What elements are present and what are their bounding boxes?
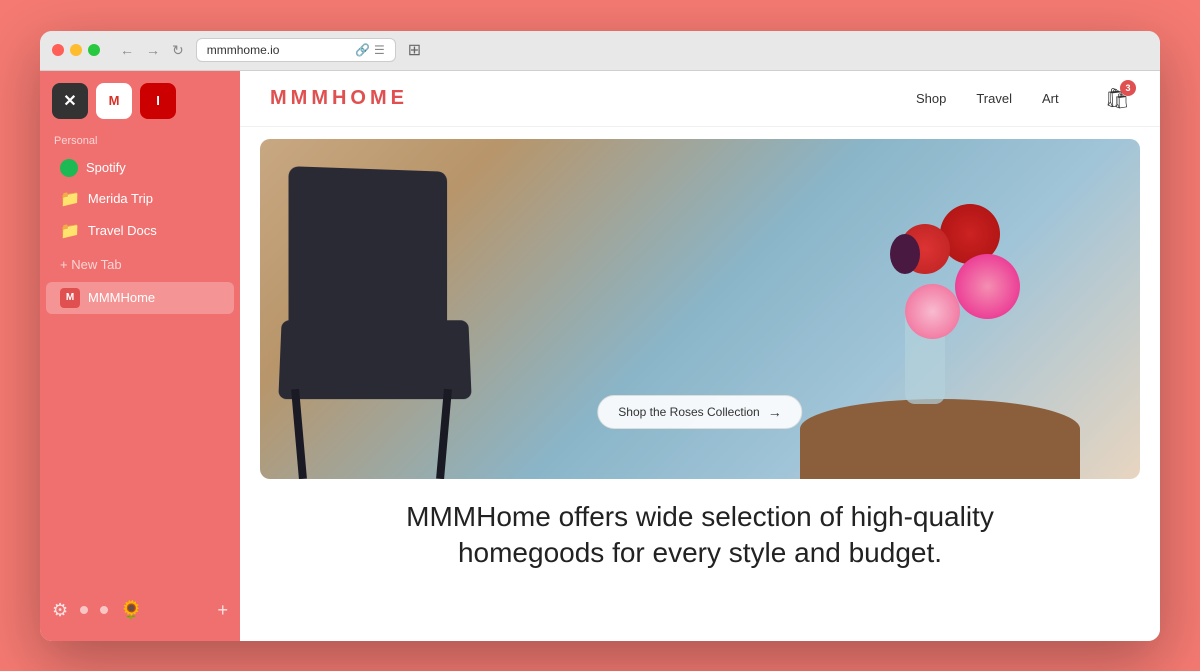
main-area: ✕ M I Personal Spotify 📁 Merida Trip 📁 T… [40, 71, 1160, 641]
section-personal-label: Personal [40, 131, 240, 153]
nav-travel[interactable]: Travel [976, 91, 1012, 106]
maximize-button[interactable] [88, 44, 100, 56]
back-button[interactable]: ← [116, 40, 138, 60]
sidebar-bottom-bar: ⚙ 🌻 + [40, 592, 240, 629]
sidebar-item-mmmhome[interactable]: M MMMHome [46, 282, 234, 314]
website-logo: MMMHOME [270, 87, 916, 110]
forward-button[interactable]: → [142, 40, 164, 60]
browser-window: ← → ↻ mmmhome.io 🔗 ☰ ⊞ ✕ M I Personal Sp… [40, 31, 1160, 641]
nav-controls: ← → ↻ [116, 40, 188, 61]
address-bar[interactable]: mmmhome.io 🔗 ☰ [196, 38, 396, 62]
sidebar-item-travel-docs[interactable]: 📁 Travel Docs [46, 215, 234, 247]
blocker-icon[interactable]: ✕ [52, 83, 88, 119]
hero-description: MMMHome offers wide selection of high-qu… [240, 479, 1160, 582]
sidebar-item-label: Travel Docs [88, 223, 157, 238]
hero-title-line1: MMMHome offers wide selection of high-qu… [270, 499, 1130, 572]
flower-pink-1 [955, 254, 1020, 319]
web-content: MMMHOME Shop Travel Art 🛍 3 [240, 71, 1160, 641]
chair-leg-left [291, 388, 307, 478]
spotify-icon [60, 159, 78, 177]
nav-art[interactable]: Art [1042, 91, 1059, 106]
cart-badge: 3 [1120, 80, 1136, 96]
description-line1: MMMHome offers wide selection of high-qu… [406, 501, 994, 532]
gmail-icon[interactable]: M [96, 83, 132, 119]
dot-2 [100, 606, 108, 614]
description-line2: homegoods for every style and budget. [458, 537, 942, 568]
sidebar-item-label: Merida Trip [88, 191, 153, 206]
flower-pink-2 [905, 284, 960, 339]
sidebar-toggle-button[interactable]: ⊞ [408, 40, 421, 60]
hero-cta-button[interactable]: Shop the Roses Collection → [597, 395, 802, 429]
quick-icons-bar: ✕ M I [40, 83, 240, 131]
sidebar-item-spotify[interactable]: Spotify [46, 153, 234, 183]
sunflower-icon[interactable]: 🌻 [120, 600, 142, 621]
cta-arrow-icon: → [768, 404, 782, 420]
traffic-lights [52, 44, 100, 56]
sidebar-item-merida[interactable]: 📁 Merida Trip [46, 183, 234, 215]
settings-icon[interactable]: ⚙ [52, 600, 68, 621]
flower-dark-1 [890, 234, 920, 274]
folder-purple-icon: 📁 [60, 221, 80, 241]
dot-1 [80, 606, 88, 614]
refresh-button[interactable]: ↻ [168, 40, 188, 61]
new-tab-label: + New Tab [60, 257, 122, 272]
reader-icon: ☰ [374, 43, 385, 57]
chair-seat [278, 320, 471, 399]
website-nav-links: Shop Travel Art 🛍 3 [916, 86, 1130, 111]
add-tab-icon[interactable]: + [217, 600, 228, 621]
sidebar-item-label: Spotify [86, 160, 126, 175]
hero-image: Shop the Roses Collection → [260, 139, 1140, 479]
close-button[interactable] [52, 44, 64, 56]
minimize-button[interactable] [70, 44, 82, 56]
folder-blue-icon: 📁 [60, 189, 80, 209]
hero-cta-label: Shop the Roses Collection [618, 405, 759, 419]
hero-section: Shop the Roses Collection → MMMHome offe… [240, 127, 1160, 641]
mmmhome-tab-icon: M [60, 288, 80, 308]
cart-icon[interactable]: 🛍 3 [1105, 86, 1130, 111]
new-tab-button[interactable]: + New Tab [46, 251, 234, 278]
nav-shop[interactable]: Shop [916, 91, 946, 106]
sidebar: ✕ M I Personal Spotify 📁 Merida Trip 📁 T… [40, 71, 240, 641]
website-nav: MMMHOME Shop Travel Art 🛍 3 [240, 71, 1160, 127]
url-text: mmmhome.io [207, 43, 349, 57]
title-bar: ← → ↻ mmmhome.io 🔗 ☰ ⊞ [40, 31, 1160, 71]
chair-leg-right [436, 388, 452, 478]
flower-cluster [820, 204, 1020, 384]
table-surface [800, 399, 1080, 479]
instapaper-icon[interactable]: I [140, 83, 176, 119]
active-tab-label: MMMHome [88, 290, 155, 305]
address-bar-icons: 🔗 ☰ [355, 43, 385, 57]
link-icon: 🔗 [355, 43, 370, 57]
